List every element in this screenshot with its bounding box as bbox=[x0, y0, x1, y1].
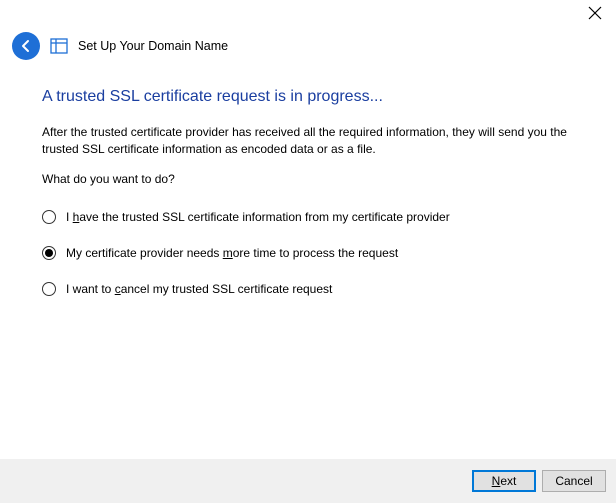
cancel-button[interactable]: Cancel bbox=[542, 470, 606, 492]
option-cancel-request[interactable]: I want to cancel my trusted SSL certific… bbox=[42, 282, 596, 296]
wizard-header: Set Up Your Domain Name bbox=[12, 32, 604, 60]
option-label: I want to cancel my trusted SSL certific… bbox=[66, 282, 332, 296]
wizard-content: A trusted SSL certificate request is in … bbox=[40, 88, 596, 318]
back-button[interactable] bbox=[12, 32, 40, 60]
description-text: After the trusted certificate provider h… bbox=[42, 124, 596, 158]
radio-icon bbox=[42, 210, 56, 224]
next-button[interactable]: Next bbox=[472, 470, 536, 492]
option-label: My certificate provider needs more time … bbox=[66, 246, 398, 260]
wizard-footer: Next Cancel bbox=[0, 459, 616, 503]
prompt-text: What do you want to do? bbox=[42, 172, 596, 186]
option-more-time[interactable]: My certificate provider needs more time … bbox=[42, 246, 596, 260]
radio-icon bbox=[42, 246, 56, 260]
radio-icon bbox=[42, 282, 56, 296]
option-label: I have the trusted SSL certificate infor… bbox=[66, 210, 450, 224]
wizard-title: Set Up Your Domain Name bbox=[78, 39, 228, 53]
page-heading: A trusted SSL certificate request is in … bbox=[42, 88, 596, 106]
option-have-certificate[interactable]: I have the trusted SSL certificate infor… bbox=[42, 210, 596, 224]
domain-icon bbox=[50, 37, 68, 55]
close-button[interactable] bbox=[588, 6, 602, 20]
